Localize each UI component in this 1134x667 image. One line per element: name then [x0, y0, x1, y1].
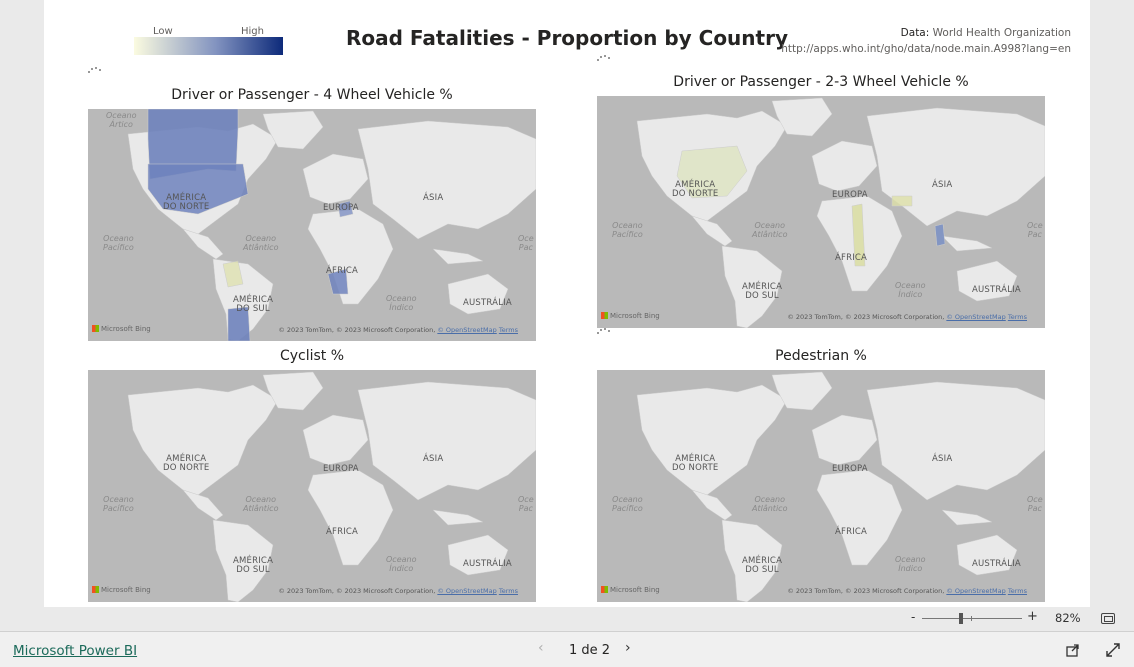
terms-link[interactable]: Terms	[499, 326, 518, 334]
map-cyclist[interactable]: AMÉRICA DO NORTE EUROPA ÁSIA ÁFRICA AMÉRICA DO…	[88, 370, 536, 602]
fullscreen-icon[interactable]	[1106, 643, 1120, 657]
map-title-pedestrian: Pedestrian %	[775, 348, 867, 364]
continent-label: EUROPA	[832, 464, 868, 474]
continent-label: EUROPA	[323, 464, 359, 474]
ocean-label: Oce Pac	[1027, 221, 1043, 239]
continent-label: ÁFRICA	[835, 253, 868, 263]
share-icon[interactable]	[1066, 643, 1080, 657]
osm-link[interactable]: © OpenStreetMap	[437, 587, 496, 595]
ocean-label: Oceano Pacífico	[612, 221, 643, 239]
continent-label: ÁSIA	[932, 454, 953, 464]
zoom-percent: 82%	[1055, 611, 1081, 625]
bing-logo: Microsoft Bing	[92, 325, 151, 333]
ocean-label: Oceano Índico	[386, 294, 417, 312]
data-source: Data: World Health Organization http://a…	[781, 25, 1071, 57]
continent-label: ÁFRICA	[835, 527, 868, 537]
fit-to-page-icon[interactable]	[1101, 613, 1115, 624]
continent-label: AMÉRICA DO NORTE	[163, 193, 210, 212]
loading-spinner-icon	[88, 67, 102, 73]
continent-label: ÁSIA	[423, 454, 444, 464]
previous-page-button[interactable]: ‹	[538, 640, 544, 656]
zoom-bar: - + 82%	[0, 607, 1134, 630]
bing-logo: Microsoft Bing	[601, 586, 660, 594]
continent-label: AMÉRICA DO SUL	[233, 295, 274, 314]
terms-link[interactable]: Terms	[1008, 587, 1027, 595]
ocean-label: Oceano Pacífico	[103, 495, 134, 513]
loading-spinner-icon	[597, 328, 611, 334]
zoom-slider-thumb[interactable]	[959, 613, 963, 624]
map-copyright: © 2023 TomTom, © 2023 Microsoft Corporat…	[787, 587, 1027, 595]
continent-label: AMÉRICA DO SUL	[233, 556, 274, 575]
ocean-label: Oceano Índico	[895, 555, 926, 573]
ocean-label: Oce Pac	[518, 234, 534, 252]
map-copyright: © 2023 TomTom, © 2023 Microsoft Corporat…	[787, 313, 1027, 321]
map-pedestrian[interactable]: AMÉRICA DO NORTE EUROPA ÁSIA ÁFRICA AMÉRICA DO…	[597, 370, 1045, 602]
ocean-label: Oce Pac	[518, 495, 534, 513]
continent-label: ÁSIA	[932, 180, 953, 190]
footer-bar: Microsoft Power BI ‹ 1 de 2 ›	[0, 631, 1134, 667]
continent-label: AMÉRICA DO NORTE	[163, 454, 210, 473]
ocean-label: Oceano Índico	[895, 281, 926, 299]
power-bi-link[interactable]: Microsoft Power BI	[13, 643, 137, 659]
continent-label: AMÉRICA DO NORTE	[672, 454, 719, 473]
osm-link[interactable]: © OpenStreetMap	[437, 326, 496, 334]
continent-label: AMÉRICA DO SUL	[742, 556, 783, 575]
ocean-label: Oce Pac	[1027, 495, 1043, 513]
terms-link[interactable]: Terms	[1008, 313, 1027, 321]
terms-link[interactable]: Terms	[499, 587, 518, 595]
zoom-out-button[interactable]: -	[911, 610, 915, 624]
continent-label: ÁSIA	[423, 193, 444, 203]
bing-logo: Microsoft Bing	[601, 312, 660, 320]
source-url: http://apps.who.int/gho/data/node.main.A…	[781, 43, 1071, 55]
continent-label: EUROPA	[323, 203, 359, 213]
ocean-label: Oceano Pacífico	[103, 234, 134, 252]
continent-label: ÁFRICA	[326, 527, 359, 537]
map-copyright: © 2023 TomTom, © 2023 Microsoft Corporat…	[278, 587, 518, 595]
zoom-in-button[interactable]: +	[1027, 609, 1038, 624]
loading-spinner-icon	[597, 55, 611, 61]
ocean-label: Oceano Pacífico	[612, 495, 643, 513]
osm-link[interactable]: © OpenStreetMap	[946, 587, 1005, 595]
continent-label: AMÉRICA DO SUL	[742, 282, 783, 301]
map-title-cyclist: Cyclist %	[279, 348, 345, 364]
map-copyright: © 2023 TomTom, © 2023 Microsoft Corporat…	[278, 326, 518, 334]
source-org: World Health Organization	[932, 27, 1071, 39]
continent-label: EUROPA	[832, 190, 868, 200]
next-page-button[interactable]: ›	[625, 640, 631, 656]
map-title-4-wheel: Driver or Passenger - 4 Wheel Vehicle %	[171, 87, 453, 103]
map-2-3-wheel[interactable]: AMÉRICA DO NORTE EUROPA ÁSIA ÁFRICA AMÉRICA DO…	[597, 96, 1045, 328]
ocean-label: Oceano Atlântico	[243, 495, 279, 513]
source-label: Data:	[900, 27, 930, 39]
zoom-slider-tick	[971, 616, 972, 621]
continent-label: AMÉRICA DO NORTE	[672, 180, 719, 199]
zoom-slider-track[interactable]	[922, 618, 1022, 619]
osm-link[interactable]: © OpenStreetMap	[946, 313, 1005, 321]
ocean-label: Oceano Atlântico	[752, 221, 788, 239]
continent-label: AUSTRÁLIA	[463, 559, 512, 569]
ocean-label: Oceano Atlântico	[243, 234, 279, 252]
ocean-label: Oceano Ártico	[106, 111, 137, 129]
continent-label: AUSTRÁLIA	[972, 285, 1021, 295]
map-title-2-3-wheel: Driver or Passenger - 2-3 Wheel Vehicle …	[673, 74, 969, 90]
page-indicator: 1 de 2	[569, 643, 611, 658]
bing-logo: Microsoft Bing	[92, 586, 151, 594]
continent-label: AUSTRÁLIA	[463, 298, 512, 308]
ocean-label: Oceano Atlântico	[752, 495, 788, 513]
continent-label: ÁFRICA	[326, 266, 359, 276]
continent-label: AUSTRÁLIA	[972, 559, 1021, 569]
ocean-label: Oceano Índico	[386, 555, 417, 573]
report-viewer: Low High Road Fatalities - Proportion by…	[0, 0, 1134, 667]
map-4-wheel[interactable]: AMÉRICA DO NORTE EUROPA ÁSIA ÁFRICA AMÉRICA DO…	[88, 109, 536, 341]
